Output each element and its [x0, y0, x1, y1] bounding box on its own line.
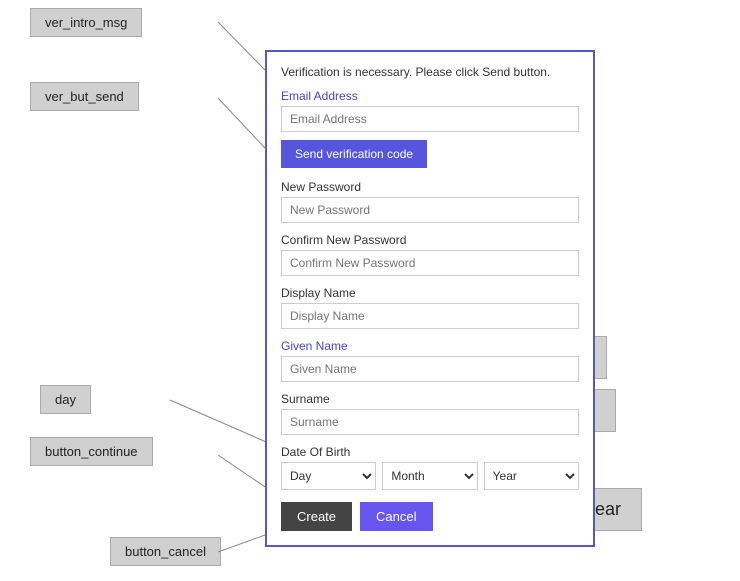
email-label: Email Address	[281, 89, 579, 103]
annotation-button-cancel: button_cancel	[110, 537, 221, 566]
display-name-label: Display Name	[281, 286, 579, 300]
new-password-input[interactable]	[281, 197, 579, 223]
dob-label: Date Of Birth	[281, 445, 579, 459]
intro-text: Verification is necessary. Please click …	[281, 64, 579, 81]
annotation-day: day	[40, 385, 91, 414]
annotation-ver-intro-msg: ver_intro_msg	[30, 8, 142, 37]
month-select[interactable]: Month	[382, 462, 477, 490]
annotation-button-continue: button_continue	[30, 437, 153, 466]
year-select[interactable]: Year	[484, 462, 579, 490]
given-name-input[interactable]	[281, 356, 579, 382]
email-input[interactable]	[281, 106, 579, 132]
new-password-label: New Password	[281, 180, 579, 194]
dob-row: Day Month Year	[281, 462, 579, 490]
annotation-ver-but-send: ver_but_send	[30, 82, 139, 111]
surname-label: Surname	[281, 392, 579, 406]
action-row: Create Cancel	[281, 502, 579, 531]
display-name-input[interactable]	[281, 303, 579, 329]
create-button[interactable]: Create	[281, 502, 352, 531]
given-name-label: Given Name	[281, 339, 579, 353]
send-verification-button[interactable]: Send verification code	[281, 140, 427, 168]
day-select[interactable]: Day	[281, 462, 376, 490]
confirm-password-label: Confirm New Password	[281, 233, 579, 247]
form-panel: Verification is necessary. Please click …	[265, 50, 595, 547]
cancel-button[interactable]: Cancel	[360, 502, 432, 531]
surname-input[interactable]	[281, 409, 579, 435]
confirm-password-input[interactable]	[281, 250, 579, 276]
